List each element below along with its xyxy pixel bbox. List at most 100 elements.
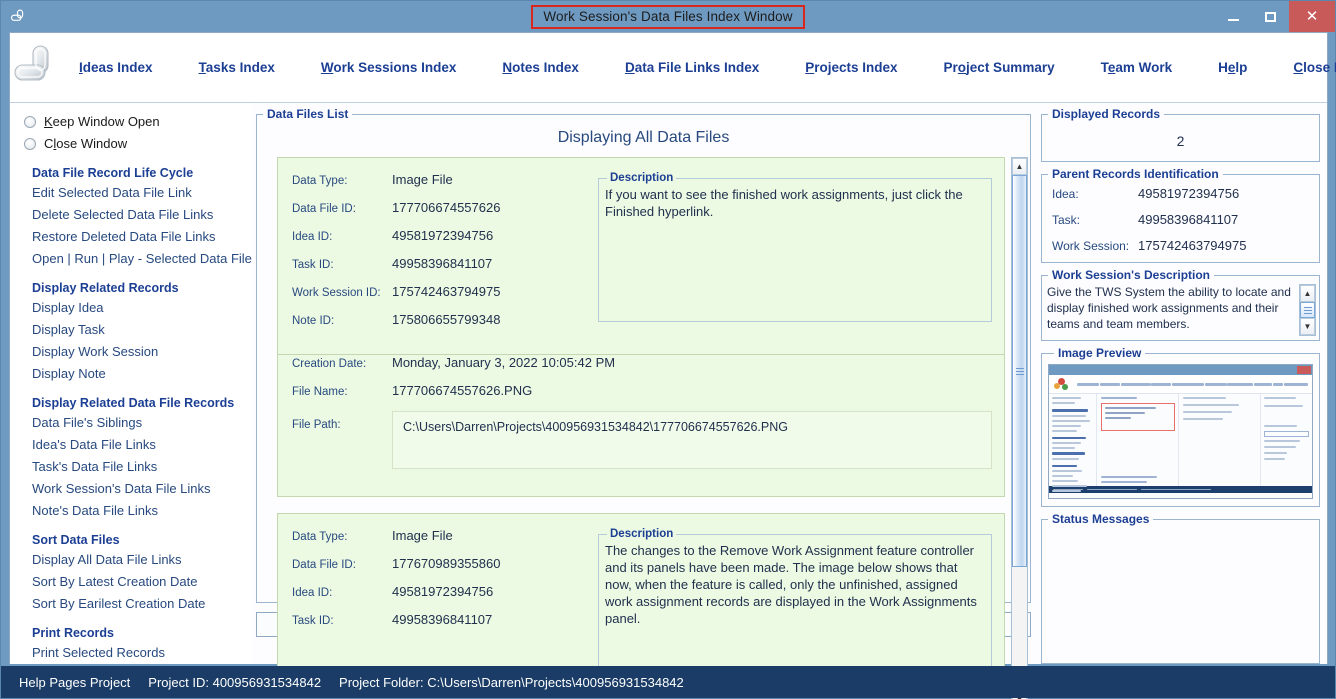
work-session-description-text: Give the TWS System the ability to locat…	[1047, 285, 1291, 331]
nav-team-work[interactable]: Team Work	[1078, 60, 1196, 75]
app-logo-icon	[1, 1, 33, 32]
client-area: Ideas Index Tasks Index Work Sessions In…	[9, 32, 1336, 699]
displayed-records-legend: Displayed Records	[1052, 107, 1161, 121]
image-preview-legend: Image Preview	[1058, 346, 1142, 360]
sidebar-item-work-sessions-data-file-links[interactable]: Work Session's Data File Links	[32, 478, 252, 499]
parent-record-work-session: Work Session: 175742463794975	[1052, 238, 1319, 253]
field-label: Task ID:	[292, 615, 334, 627]
record-fields: Data Type: Image File Data File ID: 1777…	[292, 172, 592, 340]
parent-record-value: 49958396841107	[1138, 212, 1239, 227]
center-column: Data Files List Displaying All Data File…	[252, 103, 1037, 699]
field-value: 49581972394756	[392, 228, 494, 243]
nav-project-summary[interactable]: Project Summary	[921, 60, 1078, 75]
sidebar-item-display-work-session[interactable]: Display Work Session	[32, 341, 252, 362]
field-value: 49958396841107	[392, 256, 493, 271]
work-session-description-scrollbar[interactable]: ▲ ▼	[1299, 284, 1316, 336]
minimize-button[interactable]	[1215, 1, 1252, 32]
work-session-description-legend: Work Session's Description	[1052, 268, 1211, 282]
scroll-thumb[interactable]	[1300, 302, 1315, 318]
field-note-id: Note ID: 175806655799348	[292, 312, 592, 327]
close-button[interactable]: ✕	[1289, 1, 1335, 32]
right-column: Displayed Records 2 Parent Records Ident…	[1037, 103, 1327, 664]
radio-label: Keep Window Open	[44, 114, 160, 129]
sidebar-group-heading-sort-data-files: Sort Data Files	[32, 533, 120, 547]
nav-projects-index[interactable]: Projects Index	[782, 60, 920, 75]
preview-secondary-panel	[1178, 394, 1260, 486]
radio-close-window[interactable]: Close Window	[24, 133, 252, 154]
sidebar-item-sort-by-earliest-creation-date[interactable]: Sort By Earilest Creation Date	[32, 593, 252, 614]
image-preview-thumbnail[interactable]	[1048, 364, 1313, 499]
data-file-record[interactable]: Data Type: Image File Data File ID: 1777…	[277, 157, 1005, 355]
scroll-track[interactable]	[1012, 175, 1027, 691]
image-preview-panel: Image Preview	[1041, 346, 1320, 507]
description-legend: Description	[610, 528, 674, 540]
field-data-type: Data Type: Image File	[292, 528, 592, 543]
data-file-record-details: Creation Date: Monday, January 3, 2022 1…	[277, 355, 1005, 497]
field-task-id: Task ID: 49958396841107	[292, 612, 592, 627]
sidebar-item-ideas-data-file-links[interactable]: Idea's Data File Links	[32, 434, 252, 455]
status-bar: Help Pages Project Project ID: 400956931…	[1, 666, 1335, 698]
field-label: File Name:	[292, 386, 348, 398]
nav-data-file-links-index[interactable]: Data File Links Index	[602, 60, 782, 75]
scroll-down-button[interactable]: ▼	[1300, 318, 1315, 335]
sidebar-group-heading-display-related-records: Display Related Records	[32, 281, 179, 295]
nav-tasks-index[interactable]: Tasks Index	[176, 60, 298, 75]
sidebar-item-notes-data-file-links[interactable]: Note's Data File Links	[32, 500, 252, 521]
field-value: 49958396841107	[392, 612, 493, 627]
field-task-id: Task ID: 49958396841107	[292, 256, 592, 271]
title-text-container: Work Session's Data Files Index Window	[1, 1, 1335, 32]
field-value: Image File	[392, 528, 453, 543]
scroll-up-button[interactable]: ▲	[1300, 285, 1315, 302]
sidebar-item-tasks-data-file-links[interactable]: Task's Data File Links	[32, 456, 252, 477]
radio-keep-window-open[interactable]: Keep Window Open	[24, 111, 252, 132]
field-value: Image File	[392, 172, 453, 187]
field-label: File Path:	[292, 419, 341, 431]
nav-close-program[interactable]: Close Program	[1270, 60, 1336, 75]
field-label: Idea ID:	[292, 231, 333, 243]
record-description-area: Description If you want to see the finis…	[592, 172, 992, 340]
nav-notes-index[interactable]: Notes Index	[479, 60, 602, 75]
field-data-file-id: Data File ID: 177670989355860	[292, 556, 592, 571]
sidebar-item-delete-selected-data-file-links[interactable]: Delete Selected Data File Links	[32, 204, 252, 225]
parent-record-idea: Idea: 49581972394756	[1052, 186, 1319, 201]
list-title: Displaying All Data Files	[557, 129, 730, 146]
field-data-file-id: Data File ID: 177706674557626	[292, 200, 592, 215]
sidebar-item-sort-by-latest-creation-date[interactable]: Sort By Latest Creation Date	[32, 571, 252, 592]
description-text: If you want to see the finished work ass…	[605, 187, 963, 219]
data-files-list-legend: Data Files List	[267, 107, 349, 121]
displayed-records-body: 2	[1042, 121, 1319, 161]
sidebar-item-display-idea[interactable]: Display Idea	[32, 297, 252, 318]
sidebar-item-restore-deleted-data-file-links[interactable]: Restore Deleted Data File Links	[32, 226, 252, 247]
file-path-value: C:\Users\Darren\Projects\400956931534842…	[392, 411, 992, 469]
parent-record-label: Work Session:	[1052, 239, 1130, 253]
displayed-records-panel: Displayed Records 2	[1041, 107, 1320, 162]
field-label: Note ID:	[292, 315, 335, 327]
title-bar: Work Session's Data Files Index Window ✕	[1, 1, 1335, 32]
body-layout: Keep Window Open Close Window Data File …	[10, 103, 1327, 699]
sidebar-item-data-files-siblings[interactable]: Data File's Siblings	[32, 412, 252, 433]
scroll-up-button[interactable]: ▲	[1012, 158, 1027, 175]
description-legend: Description	[610, 172, 674, 184]
field-label: Task ID:	[292, 259, 334, 271]
preview-title-bar	[1049, 365, 1312, 375]
window-controls: ✕	[1215, 1, 1335, 32]
sidebar-item-open-run-play-selected-data-file[interactable]: Open | Run | Play - Selected Data File	[32, 248, 252, 269]
list-vertical-scrollbar[interactable]: ▲ ▼	[1011, 157, 1028, 699]
nav-ideas-index[interactable]: Ideas Index	[56, 60, 176, 75]
nav-help[interactable]: Help	[1195, 60, 1270, 75]
sidebar-item-print-selected-records[interactable]: Print Selected Records	[32, 642, 252, 663]
app-logo-large-icon	[10, 33, 56, 103]
field-creation-date: Creation Date: Monday, January 3, 2022 1…	[292, 355, 992, 370]
sidebar-item-display-all-data-file-links[interactable]: Display All Data File Links	[32, 549, 252, 570]
sidebar-item-display-note[interactable]: Display Note	[32, 363, 252, 384]
nav-work-sessions-index[interactable]: Work Sessions Index	[298, 60, 480, 75]
scroll-grip-icon	[1303, 305, 1312, 316]
preview-input-field	[1264, 431, 1309, 437]
sidebar-item-edit-selected-data-file-link[interactable]: Edit Selected Data File Link	[32, 182, 252, 203]
field-value: 177706674557626	[392, 200, 501, 215]
parent-record-task: Task: 49958396841107	[1052, 212, 1319, 227]
sidebar-item-display-task[interactable]: Display Task	[32, 319, 252, 340]
maximize-button[interactable]	[1252, 1, 1289, 32]
scroll-thumb[interactable]	[1012, 175, 1027, 568]
description-panel: Description If you want to see the finis…	[598, 172, 992, 322]
